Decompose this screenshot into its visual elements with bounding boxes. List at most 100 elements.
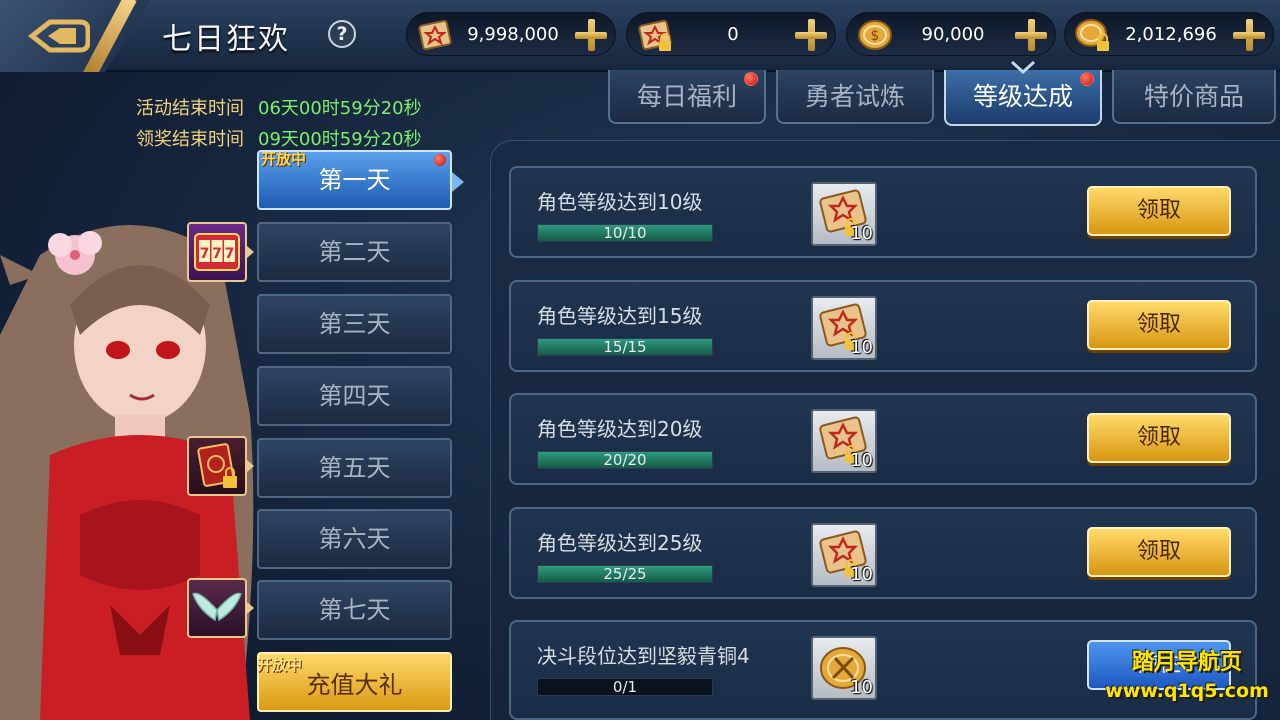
locked-coin-icon	[1075, 19, 1109, 51]
progress-text: 25/25	[603, 565, 647, 583]
task-name: 角色等级达到25级	[537, 531, 703, 555]
page-title: 七日狂欢	[162, 22, 290, 57]
top-bar: 七日狂欢 ? 9,998,000 0 $ 90,000 2,012,696	[0, 0, 1280, 72]
day-label: 第四天	[318, 382, 391, 410]
slot-777-icon: 7 7 7	[194, 233, 240, 271]
add-currency-button[interactable]	[575, 19, 607, 51]
event-end-timer: 活动结束时间 06天00时59分20秒	[136, 94, 422, 120]
claim-button[interactable]: 领取	[1087, 186, 1231, 236]
timer-value: 06天00时59分20秒	[258, 98, 422, 119]
day-label: 第五天	[318, 454, 391, 482]
day-label: 第六天	[318, 525, 391, 553]
timer-label: 活动结束时间	[136, 98, 244, 119]
reward-slot[interactable]: 10	[811, 409, 877, 473]
tab-label: 特价商品	[1143, 82, 1244, 111]
back-button[interactable]	[0, 0, 150, 72]
tab-special-offers[interactable]: 特价商品	[1112, 70, 1276, 124]
tab-level-achievement[interactable]: 等级达成	[944, 70, 1102, 126]
task-progress-bar: 25/25	[537, 565, 713, 583]
day-button-7[interactable]: 第七天	[257, 580, 452, 640]
claim-button[interactable]: 领取	[1087, 413, 1231, 463]
day-label: 第一天	[318, 166, 391, 194]
task-name: 角色等级达到15级	[537, 304, 703, 328]
task-progress-bar: 15/15	[537, 338, 713, 356]
reward-slot[interactable]: 10	[811, 636, 877, 700]
notification-dot	[744, 72, 758, 86]
watermark: 踏月导航页 www.q1q5.com	[1094, 644, 1280, 702]
add-currency-button[interactable]	[795, 19, 827, 51]
watermark-title: 踏月导航页	[1131, 650, 1242, 675]
task-progress-bar: 0/1	[537, 678, 713, 696]
recharge-label: 充值大礼	[306, 671, 403, 699]
task-name: 角色等级达到10级	[537, 190, 703, 214]
notification-dot	[434, 154, 446, 166]
progress-text: 0/1	[612, 678, 638, 696]
timer-label: 领奖结束时间	[136, 129, 244, 150]
svg-text:7: 7	[225, 246, 235, 262]
task-row: 角色等级达到10级 10/10 10 领取	[509, 166, 1257, 258]
progress-text: 10/10	[603, 224, 647, 242]
tab-hero-trial[interactable]: 勇者试炼	[776, 70, 934, 124]
tab-daily-welfare[interactable]: 每日福利	[608, 70, 766, 124]
task-progress-bar: 20/20	[537, 451, 713, 469]
back-arrow-icon	[28, 19, 90, 53]
open-tag: 开放中	[257, 656, 303, 674]
day-reward-wings[interactable]	[187, 578, 254, 638]
svg-text:7: 7	[200, 246, 210, 262]
progress-text: 15/15	[603, 338, 647, 356]
notification-dot	[1080, 72, 1094, 86]
reward-slot[interactable]: 10	[811, 182, 877, 246]
currency-scroll: 9,998,000	[406, 12, 616, 56]
currency-value: 90,000	[921, 24, 985, 45]
day-label: 第三天	[318, 310, 391, 338]
currency-gold: $ 90,000	[846, 12, 1056, 56]
reward-pointer-icon	[247, 460, 254, 472]
currency-locked-scroll: 0	[626, 12, 836, 56]
day-reward-locked-book[interactable]	[187, 436, 254, 496]
tab-label: 等级达成	[972, 82, 1073, 111]
scroll-icon	[418, 19, 452, 51]
currency-locked-gold: 2,012,696	[1064, 12, 1274, 56]
svg-text:7: 7	[212, 246, 222, 262]
reward-slot[interactable]: 10	[811, 296, 877, 360]
day-button-5[interactable]: 第五天	[257, 438, 452, 498]
day-label: 第七天	[318, 596, 391, 624]
svg-text:$: $	[871, 28, 880, 44]
chevron-down-icon	[1010, 60, 1036, 74]
gold-coin-icon: $	[858, 20, 892, 50]
reward-pointer-icon	[247, 602, 254, 614]
reward-count: 10	[850, 450, 873, 471]
task-row: 角色等级达到20级 20/20 10 领取	[509, 393, 1257, 485]
reward-slot[interactable]: 10	[811, 523, 877, 587]
reward-count: 10	[850, 564, 873, 585]
add-currency-button[interactable]	[1015, 19, 1047, 51]
recharge-gift-button[interactable]: 开放中 充值大礼	[257, 652, 452, 712]
tab-label: 勇者试炼	[804, 82, 905, 111]
claim-button[interactable]: 领取	[1087, 527, 1231, 577]
claim-button[interactable]: 领取	[1087, 300, 1231, 350]
task-name: 角色等级达到20级	[537, 417, 703, 441]
tab-label: 每日福利	[636, 82, 737, 111]
day-button-4[interactable]: 第四天	[257, 366, 452, 426]
day-button-3[interactable]: 第三天	[257, 294, 452, 354]
timer-value: 09天00时59分20秒	[258, 129, 422, 150]
day-button-1[interactable]: 开放中 第一天	[257, 150, 452, 210]
day-reward-slot-777[interactable]: 7 7 7	[187, 222, 254, 282]
day-label: 第二天	[318, 238, 391, 266]
locked-book-icon	[197, 443, 237, 488]
task-progress-bar: 10/10	[537, 224, 713, 242]
currency-value: 2,012,696	[1125, 24, 1217, 45]
open-tag: 开放中	[261, 150, 307, 168]
help-icon[interactable]: ?	[328, 20, 356, 48]
add-currency-button[interactable]	[1233, 19, 1265, 51]
locked-scroll-icon	[638, 19, 672, 51]
reward-count: 10	[850, 337, 873, 358]
currency-value: 0	[727, 24, 739, 45]
day-button-2[interactable]: 第二天	[257, 222, 452, 282]
task-row: 角色等级达到25级 25/25 10 领取	[509, 507, 1257, 599]
task-row: 角色等级达到15级 15/15 10 领取	[509, 280, 1257, 372]
day-button-6[interactable]: 第六天	[257, 509, 452, 569]
currency-value: 9,998,000	[467, 24, 559, 45]
reward-count: 10	[850, 677, 873, 698]
reward-count: 10	[850, 223, 873, 244]
